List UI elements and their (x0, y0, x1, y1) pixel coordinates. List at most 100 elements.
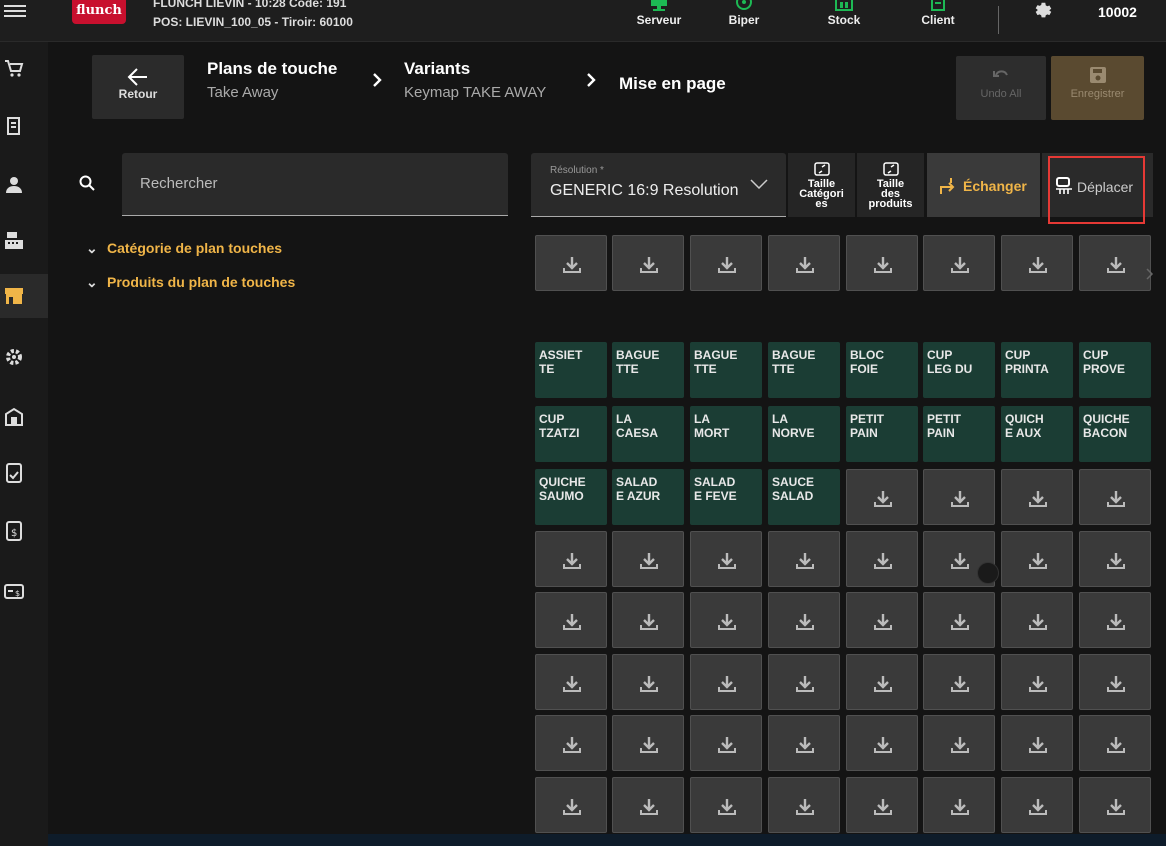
empty-key-slot[interactable] (768, 654, 840, 710)
empty-key-slot[interactable] (923, 469, 995, 525)
user-id[interactable]: 10002 (1098, 4, 1137, 20)
empty-key-slot[interactable] (1001, 531, 1073, 587)
empty-key-slot[interactable] (535, 235, 607, 291)
empty-key-slot[interactable] (768, 235, 840, 291)
empty-key-slot[interactable] (1001, 654, 1073, 710)
empty-key-slot[interactable] (768, 715, 840, 771)
search-input[interactable] (140, 175, 490, 192)
empty-key-slot[interactable] (1079, 531, 1151, 587)
empty-key-slot[interactable] (923, 592, 995, 648)
empty-key-slot[interactable] (923, 715, 995, 771)
search-field[interactable] (122, 153, 508, 216)
biper-button[interactable]: Biper (709, 0, 779, 36)
back-button[interactable]: Retour (92, 55, 184, 119)
product-key[interactable]: QUICHE SAUMO (535, 469, 607, 525)
product-key[interactable]: CUP PROVE (1079, 342, 1151, 398)
sidebar-item-building[interactable] (0, 400, 48, 434)
empty-key-slot[interactable] (535, 715, 607, 771)
empty-key-slot[interactable] (846, 235, 918, 291)
serveur-button[interactable]: Serveur (624, 0, 694, 36)
empty-key-slot[interactable] (535, 592, 607, 648)
swap-button[interactable]: Échanger (927, 153, 1040, 217)
product-key[interactable]: BAGUE TTE (768, 342, 840, 398)
product-key[interactable]: SAUCE SALAD (768, 469, 840, 525)
product-key[interactable]: CUP TZATZI (535, 406, 607, 462)
sidebar-item-reports[interactable] (0, 456, 48, 490)
empty-key-slot[interactable] (1001, 715, 1073, 771)
empty-key-slot[interactable] (612, 531, 684, 587)
chevron-right-icon[interactable] (1146, 268, 1154, 280)
product-key[interactable]: QUICHE BACON (1079, 406, 1151, 462)
product-key[interactable]: CUP LEG DU (923, 342, 995, 398)
product-key[interactable]: BLOC FOIE (846, 342, 918, 398)
empty-key-slot[interactable] (612, 777, 684, 833)
empty-key-slot[interactable] (690, 531, 762, 587)
empty-key-slot[interactable] (1079, 592, 1151, 648)
undo-all-button[interactable]: Undo All (956, 56, 1046, 120)
hamburger-menu-icon[interactable] (4, 2, 26, 20)
empty-key-slot[interactable] (612, 592, 684, 648)
empty-key-slot[interactable] (612, 235, 684, 291)
empty-key-slot[interactable] (690, 654, 762, 710)
settings-gear-icon[interactable] (1032, 0, 1054, 22)
empty-key-slot[interactable] (1079, 469, 1151, 525)
sidebar-item-cash-register[interactable] (0, 224, 48, 258)
product-key[interactable]: LA MORT (690, 406, 762, 462)
empty-key-slot[interactable] (690, 592, 762, 648)
empty-key-slot[interactable] (846, 777, 918, 833)
empty-key-slot[interactable] (923, 235, 995, 291)
empty-key-slot[interactable] (846, 715, 918, 771)
product-key[interactable]: BAGUE TTE (612, 342, 684, 398)
empty-key-slot[interactable] (1079, 777, 1151, 833)
empty-key-slot[interactable] (690, 715, 762, 771)
sidebar-item-users[interactable] (0, 168, 48, 202)
empty-key-slot[interactable] (846, 469, 918, 525)
empty-key-slot[interactable] (768, 777, 840, 833)
empty-key-slot[interactable] (612, 715, 684, 771)
empty-key-slot[interactable] (923, 654, 995, 710)
breadcrumb-plans[interactable]: Plans de touche Take Away (207, 59, 337, 101)
product-key[interactable]: BAGUE TTE (690, 342, 762, 398)
product-key[interactable]: QUICH E AUX (1001, 406, 1073, 462)
sidebar-item-store[interactable] (0, 274, 48, 318)
tree-item-categories[interactable]: ⌄ Catégorie de plan touches (86, 240, 282, 257)
empty-key-slot[interactable] (923, 777, 995, 833)
empty-key-slot[interactable] (846, 654, 918, 710)
product-key[interactable]: LA CAESA (612, 406, 684, 462)
product-size-button[interactable]: Taille des produits (857, 153, 924, 217)
empty-key-slot[interactable] (1079, 235, 1151, 291)
product-key[interactable]: CUP PRINTA (1001, 342, 1073, 398)
empty-key-slot[interactable] (535, 777, 607, 833)
sidebar-item-cart[interactable] (0, 52, 48, 86)
sidebar-item-settings[interactable] (0, 340, 48, 374)
empty-key-slot[interactable] (768, 531, 840, 587)
stock-button[interactable]: Stock (809, 0, 879, 36)
product-key[interactable]: LA NORVE (768, 406, 840, 462)
empty-key-slot[interactable] (690, 777, 762, 833)
product-key[interactable]: SALAD E FEVE (690, 469, 762, 525)
category-size-button[interactable]: Taille Catégori es (788, 153, 855, 217)
product-key[interactable]: PETIT PAIN (846, 406, 918, 462)
empty-key-slot[interactable] (1079, 715, 1151, 771)
empty-key-slot[interactable] (846, 592, 918, 648)
breadcrumb-variants[interactable]: Variants Keymap TAKE AWAY (404, 59, 546, 101)
save-button[interactable]: Enregistrer (1051, 56, 1144, 120)
empty-key-slot[interactable] (846, 531, 918, 587)
product-key[interactable]: ASSIET TE (535, 342, 607, 398)
client-button[interactable]: Client (903, 0, 973, 36)
empty-key-slot[interactable] (1001, 469, 1073, 525)
tree-item-products[interactable]: ⌄ Produits du plan de touches (86, 274, 295, 291)
product-key[interactable]: SALAD E AZUR (612, 469, 684, 525)
empty-key-slot[interactable] (768, 592, 840, 648)
sidebar-item-receipts[interactable] (0, 110, 48, 144)
empty-key-slot[interactable] (535, 654, 607, 710)
empty-key-slot[interactable] (690, 235, 762, 291)
empty-key-slot[interactable] (535, 531, 607, 587)
resolution-select[interactable]: Résolution * GENERIC 16:9 Resolution (531, 153, 786, 217)
sidebar-item-invoices[interactable]: $ (0, 514, 48, 548)
sidebar-item-payments[interactable]: $ (0, 574, 48, 608)
empty-key-slot[interactable] (1001, 777, 1073, 833)
empty-key-slot[interactable] (612, 654, 684, 710)
empty-key-slot[interactable] (1001, 592, 1073, 648)
empty-key-slot[interactable] (1001, 235, 1073, 291)
